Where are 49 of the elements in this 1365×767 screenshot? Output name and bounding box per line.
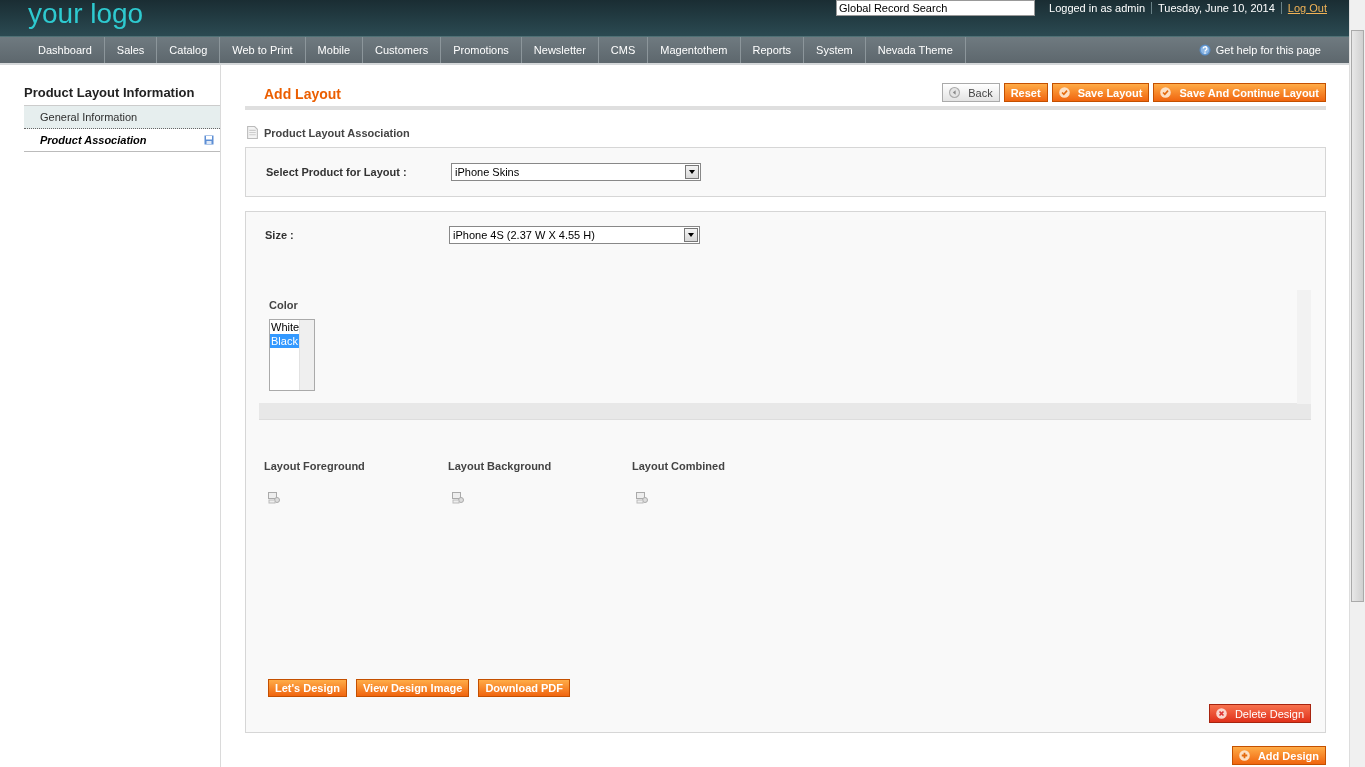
delete-design-button[interactable]: Delete Design — [1208, 704, 1311, 723]
help-icon — [1198, 44, 1211, 56]
plus-icon — [1238, 750, 1250, 761]
action-button[interactable]: Back — [942, 83, 1000, 102]
search-field[interactable]: Global Record Search — [836, 0, 1036, 16]
product-select[interactable]: iPhone Skins — [451, 163, 701, 181]
size-select[interactable]: iPhone 4S (2.37 W X 4.55 H) — [449, 226, 700, 244]
image-label: Layout Combined — [632, 460, 726, 472]
sidebar-tab[interactable]: Product Association — [24, 129, 220, 152]
sidebar-tab[interactable]: General Information — [24, 106, 220, 129]
nav-item[interactable]: Mobile — [305, 37, 363, 63]
nav-item[interactable]: Dashboard — [26, 37, 105, 63]
nav-item[interactable]: System — [804, 37, 866, 63]
nav-item[interactable]: Web to Print — [220, 37, 306, 63]
check-icon — [1058, 87, 1070, 98]
nav-item[interactable]: Sales — [104, 37, 158, 63]
page-title: Add Layout — [263, 86, 341, 102]
broken-image-icon — [268, 492, 280, 504]
document-icon — [247, 126, 258, 139]
image-label: Layout Background — [448, 460, 553, 472]
nav-item[interactable]: Newsletter — [521, 37, 599, 63]
help-link[interactable]: Get help for this page — [1215, 44, 1321, 56]
check-icon — [1160, 87, 1172, 98]
action-button[interactable]: Save Layout — [1051, 83, 1150, 102]
logout-link[interactable]: Log Out — [1280, 2, 1327, 14]
user-info: Logged in as admin — [1049, 2, 1146, 14]
action-button[interactable]: Save And Continue Layout — [1153, 83, 1326, 102]
image-label: Layout Foreground — [264, 460, 366, 472]
close-icon — [1215, 708, 1227, 719]
field-label: Size : — [265, 229, 295, 241]
field-label: Color — [269, 299, 299, 311]
logo[interactable]: your logo — [28, 0, 144, 28]
color-listbox[interactable]: White Black — [269, 319, 315, 391]
nav-item[interactable]: Reports — [740, 37, 805, 63]
add-design-button[interactable]: Add Design — [1231, 746, 1326, 765]
field-label: Select Product for Layout : — [266, 166, 408, 178]
list-option[interactable]: Black — [270, 334, 300, 348]
list-option[interactable]: White — [270, 320, 300, 334]
scrollbar — [299, 320, 314, 390]
nav-item[interactable]: Promotions — [441, 37, 522, 63]
nav-item[interactable]: CMS — [598, 37, 649, 63]
nav-item[interactable]: Catalog — [157, 37, 221, 63]
nav-item[interactable]: Customers — [363, 37, 442, 63]
nav-item[interactable]: Magentothem — [648, 37, 741, 63]
date-text: Tuesday, June 10, 2014 — [1151, 2, 1275, 14]
broken-image-icon — [636, 492, 648, 504]
section-title: Product Layout Association — [264, 126, 410, 139]
nav-item[interactable]: Nevada Theme — [865, 37, 966, 63]
broken-image-icon — [452, 492, 464, 504]
